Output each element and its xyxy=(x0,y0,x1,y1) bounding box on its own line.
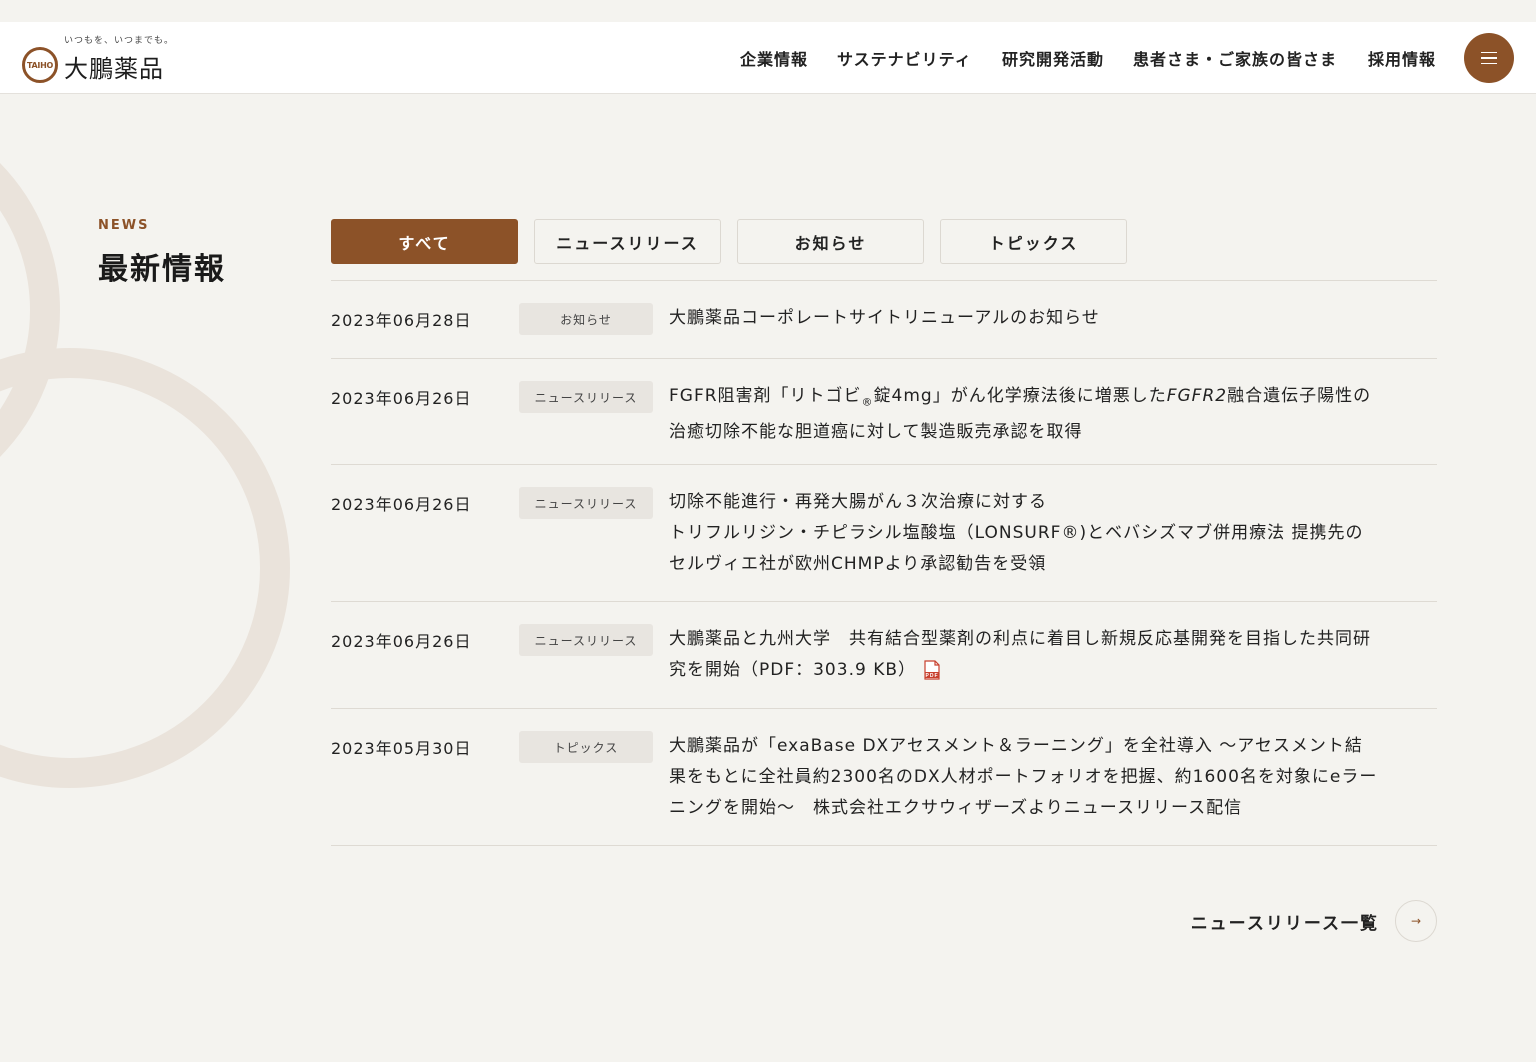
section-title: 最新情報 xyxy=(98,252,226,287)
news-item[interactable]: 2023年06月26日 ニュースリリース 切除不能進行・再発大腸がん３次治療に対… xyxy=(331,487,1437,583)
arrow-right-icon: → xyxy=(1395,900,1437,942)
more-link-label: ニュースリリース一覧 xyxy=(1190,913,1379,934)
tab-label: すべて xyxy=(398,233,451,253)
news-item[interactable]: 2023年06月26日 ニュースリリース 大鵬薬品と九州大学 共有結合型薬剤の利… xyxy=(331,624,1437,688)
tab-label: お知らせ xyxy=(794,233,867,253)
news-date: 2023年06月26日 xyxy=(331,495,472,514)
news-title-line: トリフルリジン・チピラシル塩酸塩（LONSURF®)とベバシズマブ併用療法 提携… xyxy=(669,523,1364,574)
news-title-line: 切除不能進行・再発大腸がん３次治療に対する xyxy=(669,492,1047,512)
tab-label: トピックス xyxy=(988,233,1079,253)
news-title: 大鵬薬品コーポレートサイトリニューアルのお知らせ xyxy=(669,308,1100,328)
section-label: NEWS xyxy=(98,218,150,233)
nav-item-corporate[interactable]: 企業情報 xyxy=(740,22,808,94)
news-date: 2023年06月26日 xyxy=(331,389,472,408)
divider xyxy=(331,358,1437,359)
news-date: 2023年06月28日 xyxy=(331,311,472,330)
news-item[interactable]: 2023年05月30日 トピックス 大鵬薬品が「exaBase DXアセスメント… xyxy=(331,731,1437,827)
nav-item-recruit[interactable]: 採用情報 xyxy=(1368,22,1436,94)
hamburger-icon[interactable] xyxy=(1464,33,1514,83)
nav-item-label: 患者さま・ご家族の皆さま xyxy=(1133,50,1338,69)
news-title: 大鵬薬品が「exaBase DXアセスメント＆ラーニング」を全社導入 ～アセスメ… xyxy=(669,736,1378,818)
nav-item-sustainability[interactable]: サステナビリティ xyxy=(837,22,972,94)
nav-item-research[interactable]: 研究開発活動 xyxy=(1002,22,1104,94)
divider xyxy=(331,601,1437,602)
nav-item-label: 企業情報 xyxy=(740,50,809,69)
news-title: 大鵬薬品と九州大学 共有結合型薬剤の利点に着目し新規反応基開発を目指した共同研究… xyxy=(669,629,1371,680)
logo-tagline: いつもを、いつまでも。 xyxy=(64,36,175,46)
logo-mark-text: TAIHO xyxy=(26,60,53,70)
news-date: 2023年06月26日 xyxy=(331,632,472,651)
nav-item-label: サステナビリティ xyxy=(837,50,972,69)
nav-item-patients[interactable]: 患者さま・ご家族の皆さま xyxy=(1133,22,1337,94)
nav-item-label: 採用情報 xyxy=(1368,50,1437,69)
news-release-list-link[interactable]: ニュースリリース一覧 → xyxy=(1190,900,1437,942)
tab-all[interactable]: すべて xyxy=(331,219,518,264)
logo[interactable]: いつもを、いつまでも。 TAIHO 大鵬薬品 xyxy=(22,31,182,85)
pdf-icon: PDF xyxy=(924,660,940,680)
nav-item-label: 研究開発活動 xyxy=(1002,50,1105,69)
news-title: 切除不能進行・再発大腸がん３次治療に対する トリフルリジン・チピラシル塩酸塩（L… xyxy=(669,487,1379,580)
site-header: いつもを、いつまでも。 TAIHO 大鵬薬品 企業情報 サステナビリティ 研究開… xyxy=(0,22,1536,94)
news-category-badge: トピックス xyxy=(519,731,653,763)
tab-label: ニュースリリース xyxy=(556,233,699,253)
divider xyxy=(331,708,1437,709)
news-item[interactable]: 2023年06月26日 ニュースリリース FGFR阻害剤「リトゴビ®錠4mg」が… xyxy=(331,381,1437,445)
divider xyxy=(331,845,1437,846)
tab-topics[interactable]: トピックス xyxy=(940,219,1127,264)
taiho-logo-icon: TAIHO xyxy=(22,47,58,83)
news-category-badge: ニュースリリース xyxy=(519,381,653,413)
news-category-badge: ニュースリリース xyxy=(519,487,653,519)
tab-news-release[interactable]: ニュースリリース xyxy=(534,219,721,264)
news-item[interactable]: 2023年06月28日 お知らせ 大鵬薬品コーポレートサイトリニューアルのお知ら… xyxy=(331,303,1437,339)
divider xyxy=(331,464,1437,465)
decorative-ring xyxy=(0,348,290,788)
news-category-badge: お知らせ xyxy=(519,303,653,335)
divider xyxy=(331,280,1437,281)
news-title: FGFR阻害剤「リトゴビ®錠4mg」がん化学療法後に増悪したFGFR2融合遺伝子… xyxy=(669,386,1372,443)
news-category-badge: ニュースリリース xyxy=(519,624,653,656)
logo-name: 大鵬薬品 xyxy=(64,55,164,83)
page: いつもを、いつまでも。 TAIHO 大鵬薬品 企業情報 サステナビリティ 研究開… xyxy=(0,0,1536,1062)
tab-notice[interactable]: お知らせ xyxy=(737,219,924,264)
svg-text:PDF: PDF xyxy=(926,673,939,679)
news-date: 2023年05月30日 xyxy=(331,739,472,758)
